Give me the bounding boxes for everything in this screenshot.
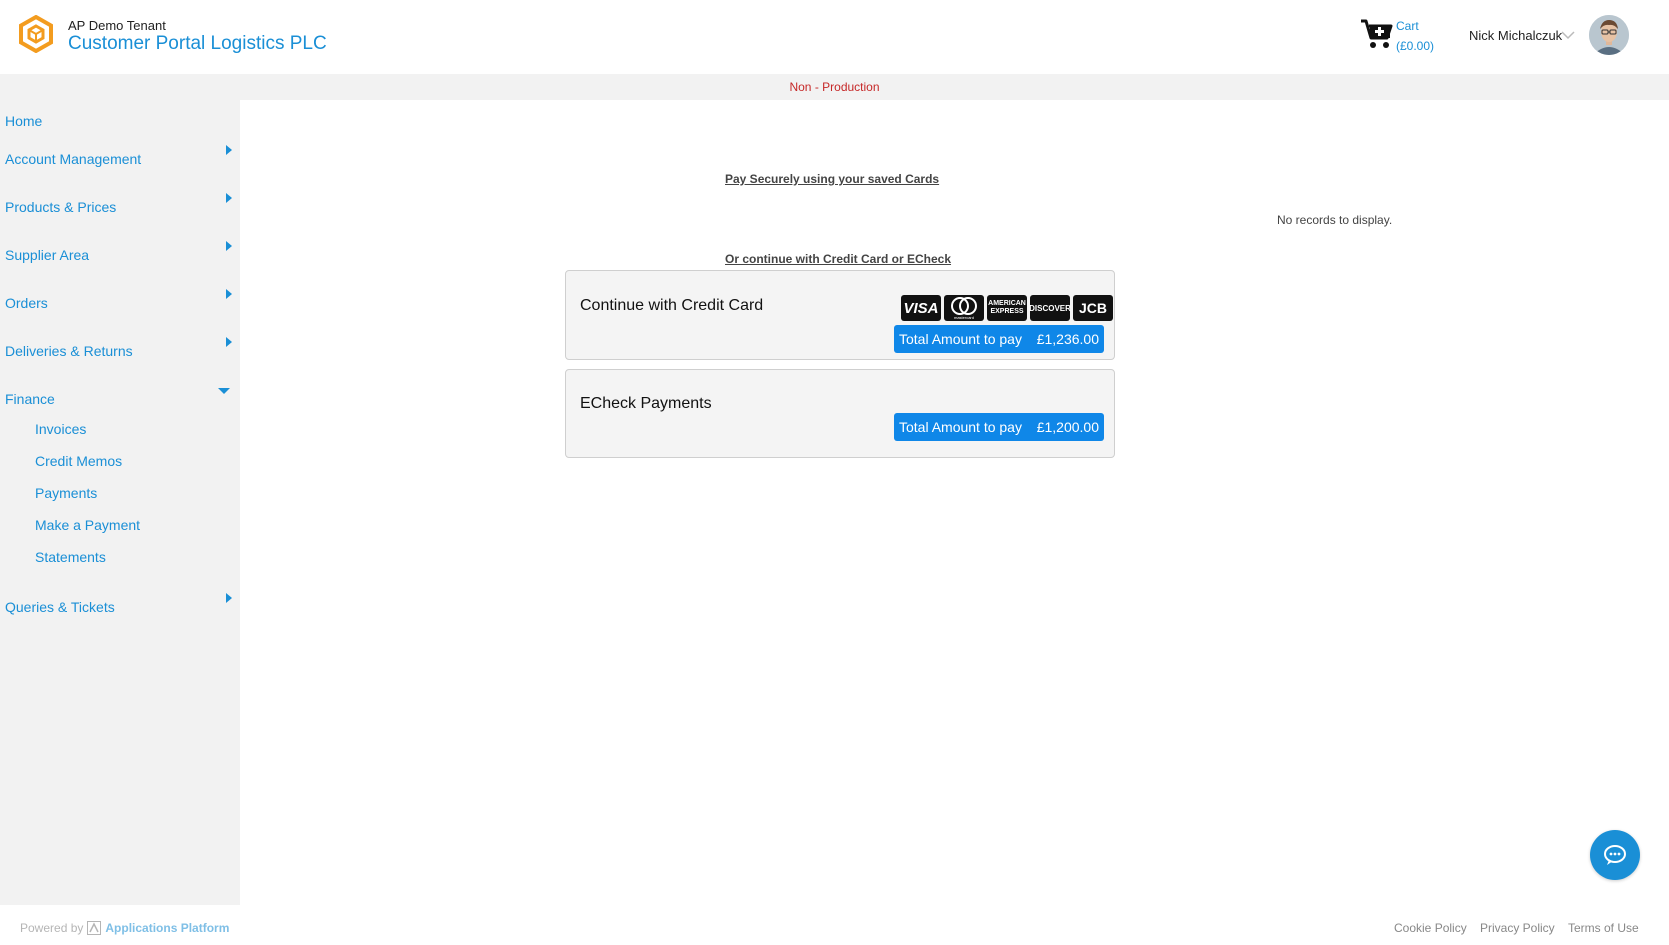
caret-down-icon[interactable] [218, 388, 230, 394]
echeck-pay-button[interactable]: Total Amount to pay £1,200.00 [894, 413, 1104, 441]
total-value: £1,236.00 [1036, 331, 1099, 347]
sidebar-subitem-invoices[interactable]: Invoices [35, 421, 86, 437]
sidebar-subitem-statements[interactable]: Statements [35, 549, 106, 565]
avatar[interactable] [1589, 15, 1629, 55]
platform-logo-icon [87, 921, 102, 935]
sidebar-item-queries-tickets[interactable]: Queries & Tickets [5, 599, 115, 615]
sidebar: Home Account Management Products & Price… [0, 100, 240, 905]
powered-by[interactable]: Powered by Applications Platform [20, 921, 229, 935]
mastercard-icon: mastercard [944, 295, 984, 321]
user-photo-icon [1589, 15, 1629, 55]
chevron-right-icon[interactable] [226, 593, 232, 603]
chat-button[interactable] [1590, 830, 1640, 880]
environment-banner: Non - Production [0, 74, 1669, 100]
chevron-right-icon[interactable] [226, 337, 232, 347]
credit-card-option[interactable]: Continue with Credit Card VISA mastercar… [565, 270, 1115, 360]
powered-by-label: Powered by [20, 921, 84, 935]
logo-icon[interactable] [18, 15, 54, 53]
sidebar-item-supplier-area[interactable]: Supplier Area [5, 247, 89, 263]
chevron-right-icon[interactable] [226, 289, 232, 299]
cart-amount[interactable]: (£0.00) [1396, 39, 1434, 53]
terms-of-use-link[interactable]: Terms of Use [1568, 921, 1639, 935]
sidebar-subitem-credit-memos[interactable]: Credit Memos [35, 453, 122, 469]
company-name[interactable]: Customer Portal Logistics PLC [68, 33, 327, 55]
chevron-down-icon[interactable] [1561, 30, 1575, 40]
sidebar-subitem-make-a-payment[interactable]: Make a Payment [35, 517, 140, 533]
app-header: AP Demo Tenant Customer Portal Logistics… [0, 0, 1669, 70]
saved-cards-heading: Pay Securely using your saved Cards [725, 172, 940, 186]
platform-name: Applications Platform [105, 921, 230, 935]
sidebar-item-home[interactable]: Home [5, 113, 42, 129]
total-label: Total Amount to pay [899, 331, 1022, 347]
privacy-policy-link[interactable]: Privacy Policy [1480, 921, 1555, 935]
visa-icon: VISA [901, 295, 941, 321]
echeck-option[interactable]: ECheck Payments Total Amount to pay £1,2… [565, 369, 1115, 458]
cookie-policy-link[interactable]: Cookie Policy [1394, 921, 1467, 935]
user-name[interactable]: Nick Michalczuk [1469, 28, 1562, 43]
cart-link[interactable]: Cart [1396, 19, 1419, 33]
discover-icon: DISCOVER [1029, 295, 1071, 321]
total-label: Total Amount to pay [899, 419, 1022, 435]
card-brands: VISA mastercard AMERICAN EXPRESS DISCOVE… [901, 295, 1113, 321]
jcb-icon: JCB [1073, 295, 1113, 321]
cart-icon[interactable] [1360, 18, 1394, 50]
credit-card-pay-button[interactable]: Total Amount to pay £1,236.00 [894, 325, 1104, 353]
chevron-right-icon[interactable] [226, 193, 232, 203]
sidebar-item-orders[interactable]: Orders [5, 295, 48, 311]
no-records-message: No records to display. [1277, 213, 1393, 227]
or-continue-heading: Or continue with Credit Card or ECheck [725, 252, 952, 266]
sidebar-item-products-prices[interactable]: Products & Prices [5, 199, 116, 215]
sidebar-item-finance[interactable]: Finance [5, 391, 55, 407]
credit-card-title: Continue with Credit Card [580, 297, 764, 314]
chat-icon [1604, 845, 1626, 865]
echeck-title: ECheck Payments [580, 395, 712, 412]
total-value: £1,200.00 [1036, 419, 1099, 435]
sidebar-item-account-management[interactable]: Account Management [5, 151, 141, 167]
amex-icon: AMERICAN EXPRESS [987, 295, 1027, 321]
sidebar-subitem-payments[interactable]: Payments [35, 485, 97, 501]
chevron-right-icon[interactable] [226, 241, 232, 251]
chevron-right-icon[interactable] [226, 145, 232, 155]
tenant-name: AP Demo Tenant [68, 18, 166, 33]
sidebar-item-deliveries-returns[interactable]: Deliveries & Returns [5, 343, 133, 359]
